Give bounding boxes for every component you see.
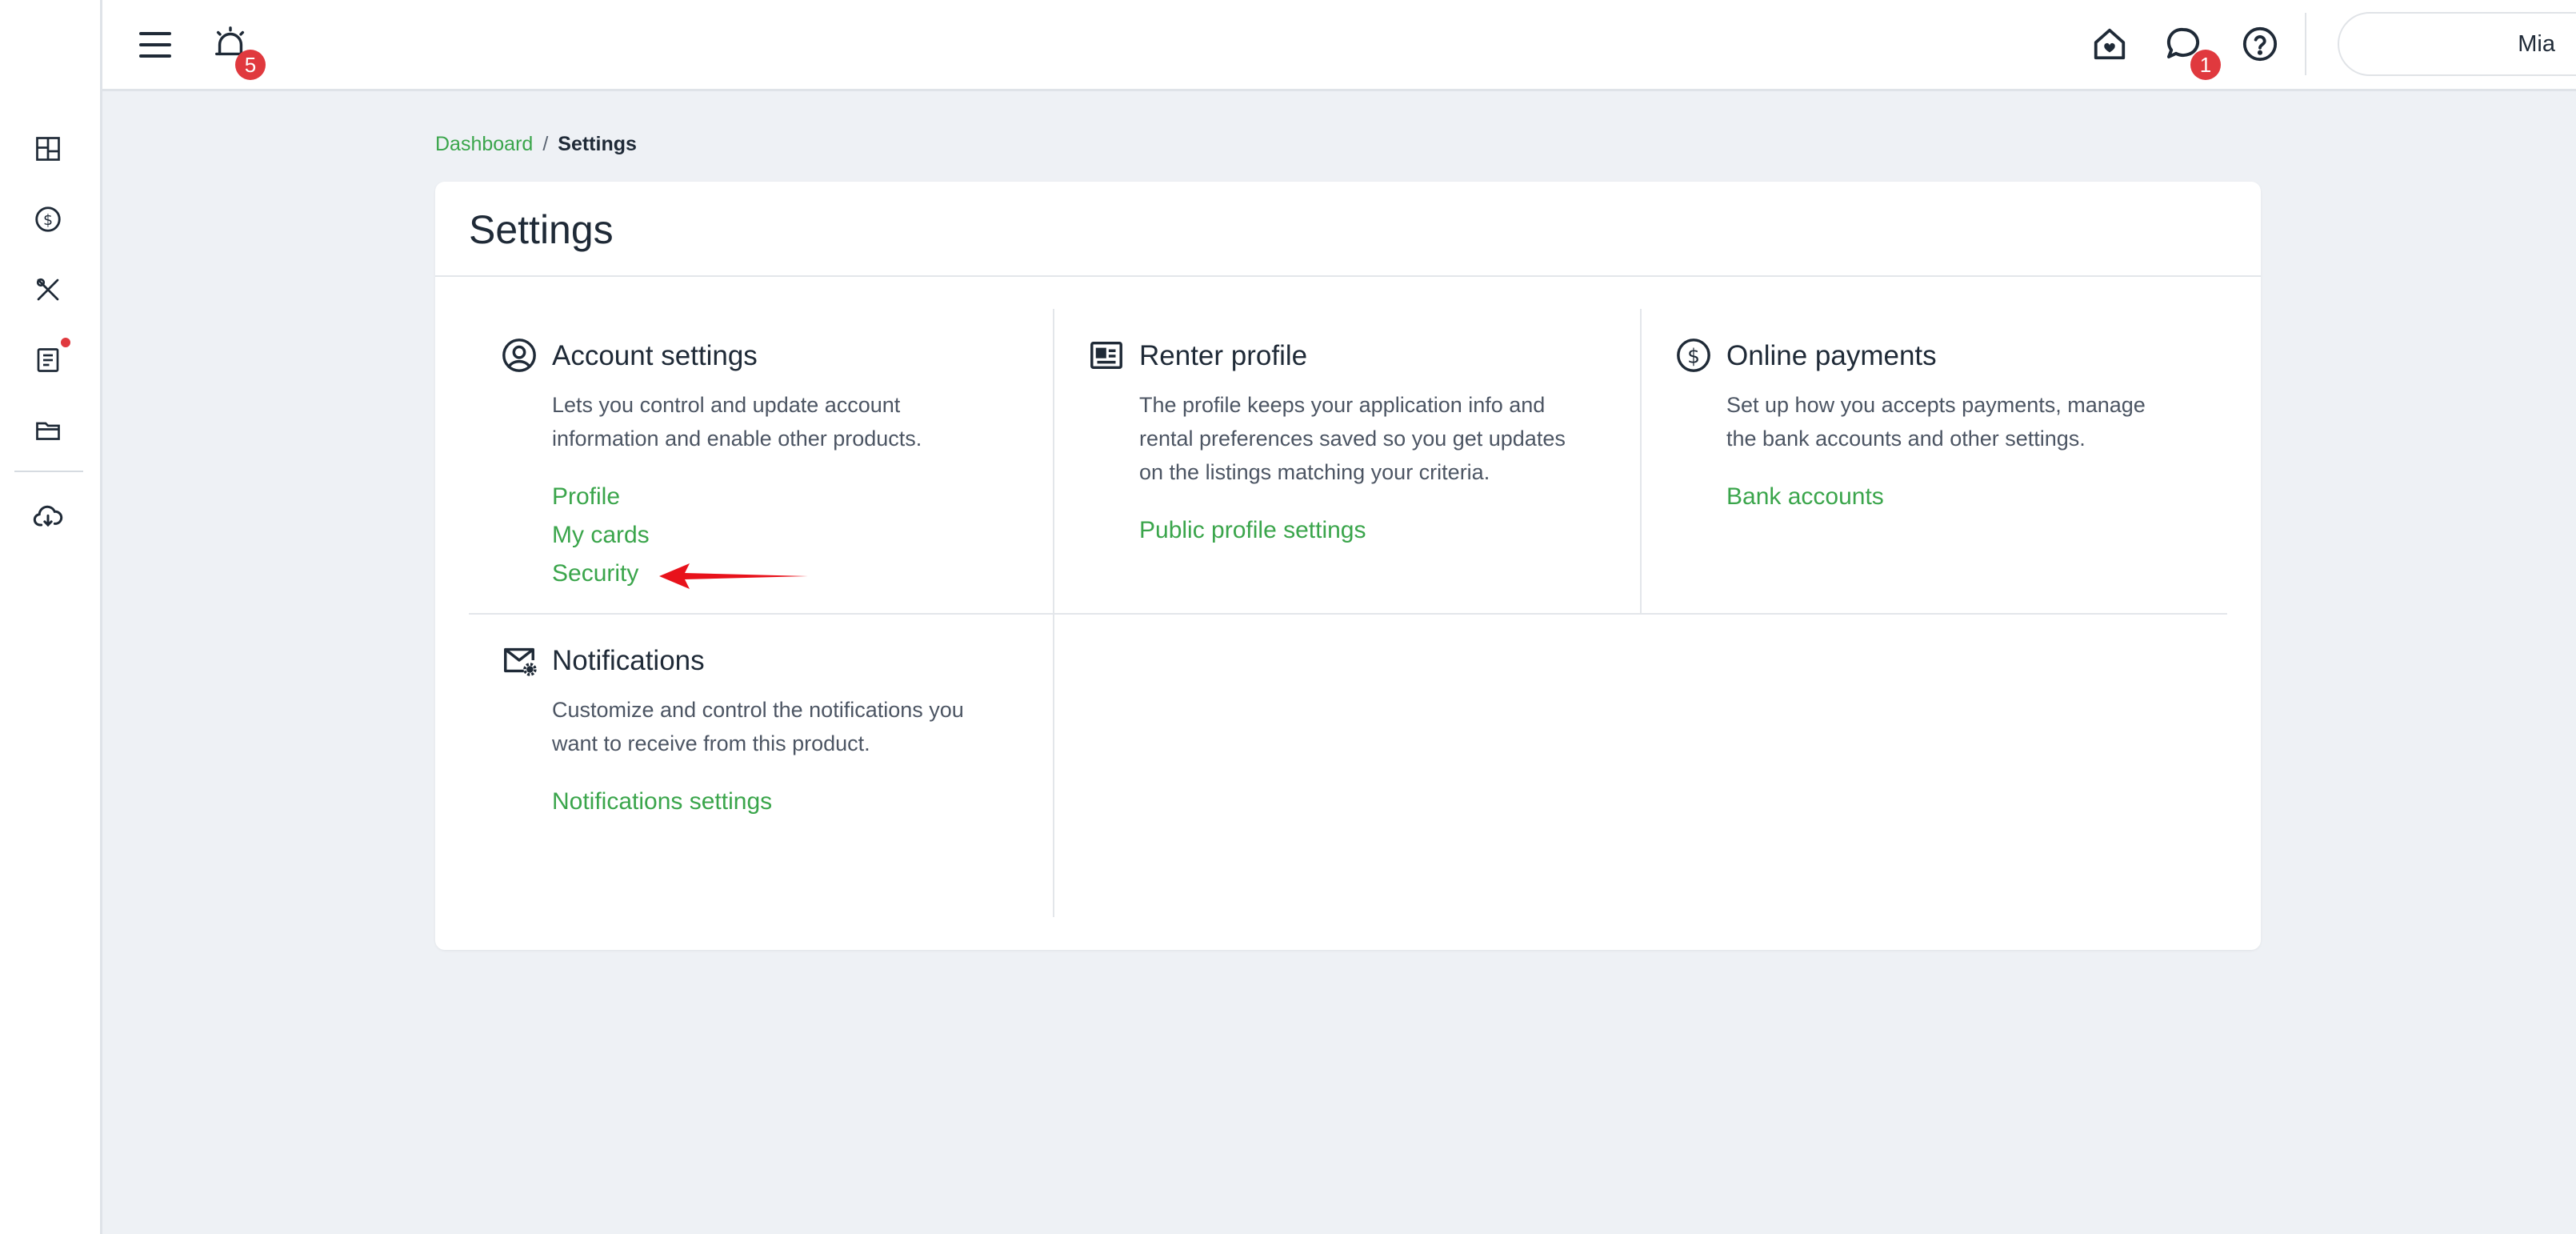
online-payments-title: Online payments: [1726, 340, 1937, 371]
security-link[interactable]: Security: [552, 558, 638, 590]
tools-icon[interactable]: [30, 272, 66, 307]
id-card-icon: [1088, 337, 1125, 374]
top-bar: 5 1 Mia: [102, 0, 2576, 91]
notifications-settings-link[interactable]: Notifications settings: [552, 786, 772, 818]
documents-notification-dot: [61, 338, 70, 347]
folder-icon[interactable]: [30, 413, 66, 448]
left-sidebar: $: [0, 0, 102, 1234]
breadcrumb-dashboard-link[interactable]: Dashboard: [435, 133, 533, 155]
grid-divider-horizontal: [469, 613, 2227, 615]
sidebar-divider: [14, 471, 83, 472]
dollar-circle-icon: $: [1675, 337, 1712, 374]
documents-icon[interactable]: [30, 343, 66, 378]
menu-icon[interactable]: [134, 24, 176, 66]
notifications-title: Notifications: [552, 645, 705, 676]
page-title: Settings: [469, 207, 614, 252]
breadcrumb-current: Settings: [558, 133, 637, 155]
breadcrumb-separator: /: [542, 133, 549, 155]
online-payments-description: Set up how you accepts payments, manage …: [1726, 393, 2146, 451]
user-name: Mia: [2518, 31, 2555, 57]
user-circle-icon: [501, 337, 538, 374]
public-profile-settings-link[interactable]: Public profile settings: [1139, 515, 1366, 547]
profile-link[interactable]: Profile: [552, 481, 620, 513]
dashboard-icon[interactable]: [30, 131, 66, 166]
cloud-download-icon[interactable]: [30, 499, 66, 535]
my-cards-link[interactable]: My cards: [552, 519, 650, 551]
card-header: Settings: [435, 182, 2261, 277]
help-icon[interactable]: [2238, 22, 2282, 66]
bank-accounts-link[interactable]: Bank accounts: [1726, 481, 1884, 513]
account-settings-title: Account settings: [552, 340, 758, 371]
alarm-badge: 5: [235, 50, 266, 80]
payments-icon[interactable]: $: [30, 202, 66, 237]
user-menu[interactable]: Mia: [2338, 12, 2576, 76]
grid-divider-vertical-2: [1640, 309, 1642, 615]
account-settings-description: Lets you control and update account info…: [552, 393, 922, 451]
mail-settings-icon: [501, 642, 538, 679]
home-icon[interactable]: [2088, 22, 2131, 66]
messages-badge: 1: [2190, 50, 2221, 80]
renter-profile-description: The profile keeps your application info …: [1139, 393, 1566, 484]
topbar-divider: [2305, 13, 2306, 75]
svg-text:$: $: [43, 211, 53, 229]
svg-text:$: $: [1687, 345, 1700, 368]
notifications-description: Customize and control the notifications …: [552, 698, 964, 755]
red-arrow-annotation: [658, 560, 810, 592]
renter-profile-title: Renter profile: [1139, 340, 1308, 371]
breadcrumb: Dashboard / Settings: [435, 131, 637, 157]
